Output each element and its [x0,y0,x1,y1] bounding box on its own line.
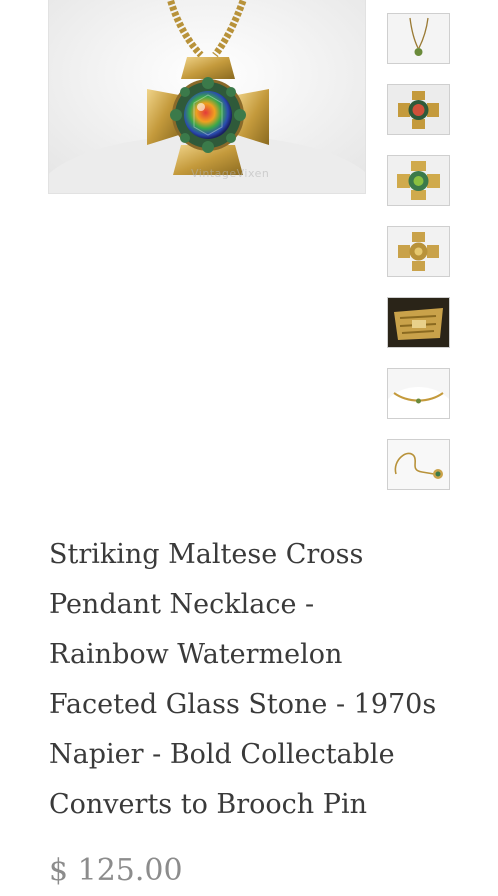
thumb-pendant-front[interactable] [387,155,450,206]
title-line: Converts to Brooch Pin [49,789,367,820]
thumb-necklace-on-bust[interactable] [387,368,450,419]
thumb-full-necklace[interactable] [387,13,450,64]
thumb-chain-coiled[interactable] [387,439,450,490]
title-line: Rainbow Watermelon [49,639,343,670]
thumb-pendant-closeup[interactable] [387,84,450,135]
title-line: Pendant Necklace - [49,589,315,620]
title-line: Napier - Bold Collectable [49,739,395,770]
title-line: Faceted Glass Stone - 1970s [49,689,437,720]
product-title: Striking Maltese Cross Pendant Necklace … [49,530,469,830]
thumb-clasp-detail[interactable] [387,297,450,348]
main-product-image[interactable]: VintageVixen [48,0,366,194]
thumb-pendant-back[interactable] [387,226,450,277]
image-watermark: VintageVixen [191,167,270,180]
product-price: $ 125.00 [49,853,183,888]
title-line: Striking Maltese Cross [49,539,364,570]
